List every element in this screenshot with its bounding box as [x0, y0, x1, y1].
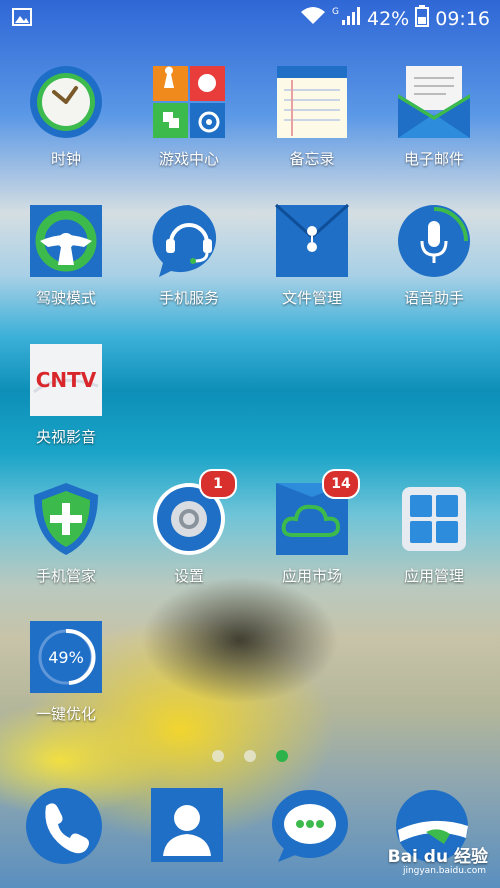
app-phone-manager[interactable]: 手机管家 [6, 481, 126, 586]
clock-icon [28, 64, 104, 140]
app-label: 备忘录 [289, 150, 335, 168]
headset-icon [151, 203, 227, 279]
app-cntv[interactable]: CNTV 央视影音 [6, 342, 126, 447]
memo-icon [274, 64, 350, 140]
app-driving-mode[interactable]: 驾驶模式 [6, 203, 126, 308]
status-bar: G 42% 09:16 [0, 0, 500, 36]
page-dot-active[interactable] [276, 750, 288, 762]
app-file-manager[interactable]: 文件管理 [252, 203, 372, 308]
page-indicator [0, 750, 500, 762]
app-store[interactable]: 14 应用市场 [252, 469, 372, 586]
app-label: 游戏中心 [158, 150, 219, 168]
page-dot[interactable] [244, 750, 256, 762]
app-label: 电子邮件 [403, 150, 464, 168]
app-clock[interactable]: 时钟 [6, 64, 126, 169]
app-memo[interactable]: 备忘录 [252, 64, 372, 169]
app-label: 手机服务 [158, 289, 219, 307]
messages-icon [270, 786, 350, 866]
app-label: 文件管理 [281, 289, 342, 307]
app-label: 手机管家 [35, 567, 96, 585]
app-label: 驾驶模式 [35, 289, 96, 307]
app-label: 应用市场 [281, 567, 342, 585]
signal-icon [341, 6, 361, 31]
app-settings[interactable]: 1 设置 [129, 469, 249, 586]
app-app-manager[interactable]: 应用管理 [374, 481, 494, 586]
cntv-icon: CNTV [28, 342, 104, 418]
steering-wheel-icon [28, 203, 104, 279]
dock-messages[interactable] [250, 786, 370, 866]
grid-icon [396, 481, 472, 557]
dock-contacts[interactable] [127, 786, 247, 866]
microphone-icon [396, 203, 472, 279]
phone-icon [24, 786, 104, 866]
email-icon [396, 64, 472, 140]
gear-icon: 1 [151, 469, 237, 557]
battery-percent: 42% [367, 7, 410, 30]
watermark: Bai du 经验 [387, 847, 488, 867]
file-folder-icon [274, 203, 350, 279]
app-phone-service[interactable]: 手机服务 [129, 203, 249, 308]
clock-time: 09:16 [435, 7, 490, 30]
app-label: 语音助手 [403, 289, 464, 307]
app-email[interactable]: 电子邮件 [374, 64, 494, 169]
optimize-icon: 49% [28, 619, 104, 695]
contacts-icon [147, 786, 227, 866]
game-center-icon [151, 64, 227, 140]
shield-icon [28, 481, 104, 557]
app-voice-assistant[interactable]: 语音助手 [374, 203, 494, 308]
optimize-percent: 49% [48, 648, 84, 667]
app-label: 应用管理 [403, 567, 464, 585]
network-type: G [332, 6, 339, 17]
cloud-store-icon: 14 [274, 469, 360, 557]
watermark-url: jingyan.baidu.com [402, 866, 486, 876]
app-label: 时钟 [50, 150, 81, 168]
cntv-logo-text: CNTV [36, 368, 97, 392]
app-label: 央视影音 [35, 428, 96, 446]
app-one-key-optimize[interactable]: 49% 一键优化 [6, 619, 126, 724]
app-label: 一键优化 [35, 705, 96, 723]
settings-badge: 1 [199, 469, 237, 499]
page-dot[interactable] [212, 750, 224, 762]
app-game-center[interactable]: 游戏中心 [129, 64, 249, 169]
picture-icon [12, 8, 32, 30]
dock-phone[interactable] [4, 786, 124, 866]
app-label: 设置 [173, 567, 204, 585]
battery-icon [415, 5, 430, 32]
wifi-icon [300, 6, 326, 31]
store-badge: 14 [322, 469, 360, 499]
